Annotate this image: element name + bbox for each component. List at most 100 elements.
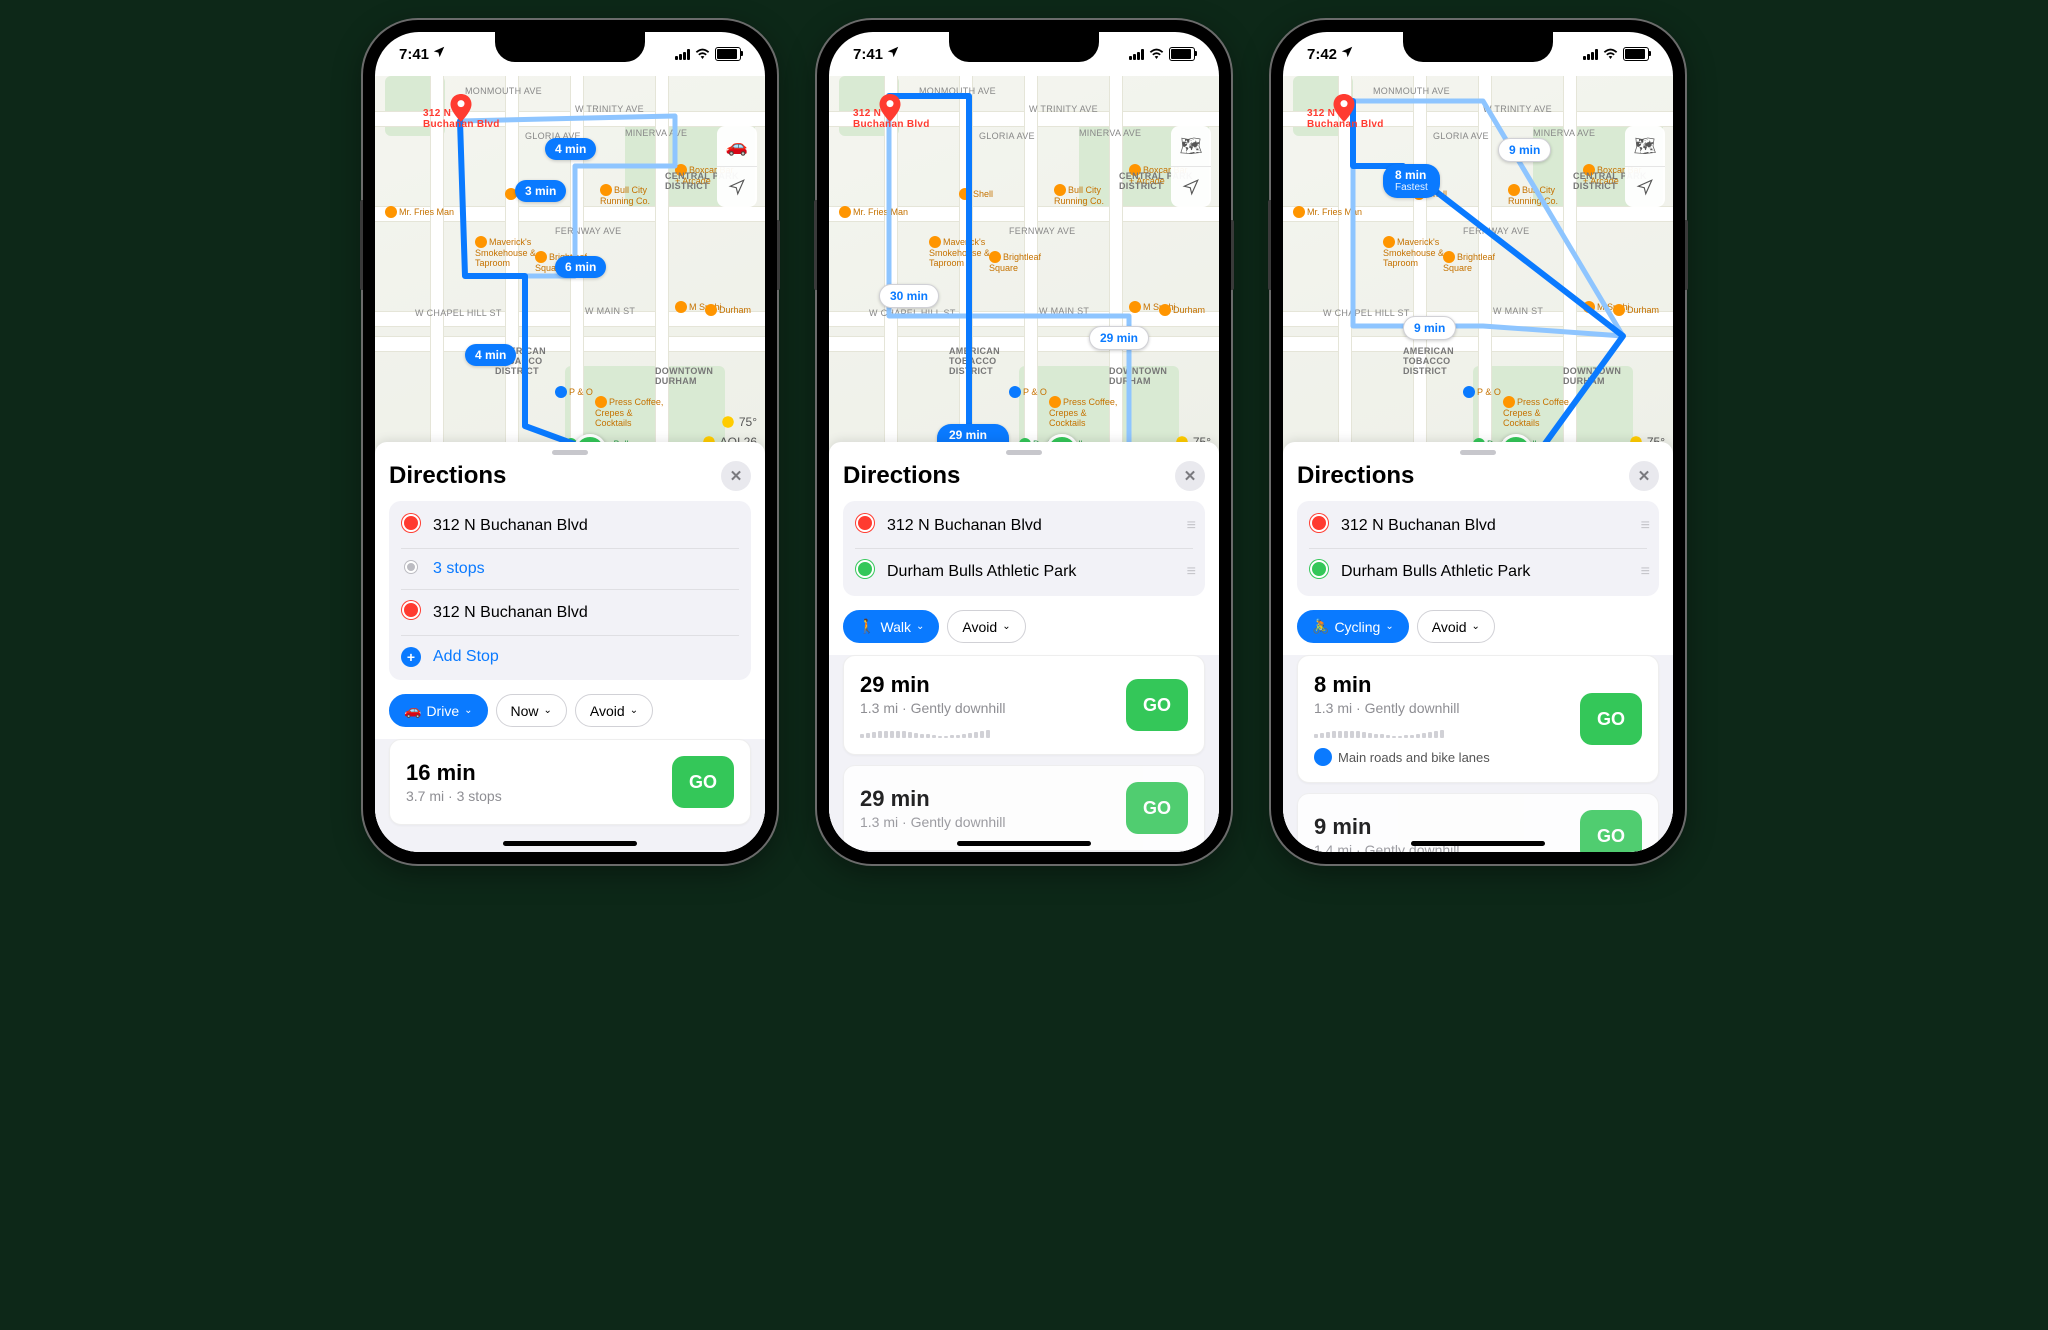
drag-handle-icon[interactable]: ≡ <box>1187 517 1193 535</box>
location-services-icon <box>886 45 900 63</box>
weather-badge: 75° <box>720 414 757 430</box>
route-card[interactable]: 8 min1.3 mi · Gently downhillMain roads … <box>1297 655 1659 783</box>
stop-label: Durham Bulls Athletic Park <box>1341 563 1629 581</box>
home-indicator[interactable] <box>503 841 637 846</box>
route-time: 9 min <box>1314 814 1460 840</box>
filter-chip[interactable]: Now ⌄ <box>496 694 567 727</box>
stop-row[interactable]: Durham Bulls Athletic Park ≡ <box>1309 549 1647 594</box>
signal-icon <box>675 49 690 60</box>
location-arrow-icon[interactable] <box>1625 167 1665 207</box>
filter-chip[interactable]: Avoid ⌄ <box>947 610 1025 643</box>
stop-dot-icon <box>405 561 417 573</box>
sheet-title: Directions <box>843 462 960 490</box>
route-time-bubble[interactable]: 8 minFastest <box>1383 164 1440 198</box>
wifi-icon <box>1149 46 1164 63</box>
stop-label: 3 stops <box>433 560 739 578</box>
home-indicator[interactable] <box>1411 841 1545 846</box>
go-button[interactable]: GO <box>1126 782 1188 834</box>
sheet-title: Directions <box>389 462 506 490</box>
filter-chip[interactable]: Avoid ⌄ <box>575 694 653 727</box>
chevron-down-icon: ⌄ <box>916 621 924 632</box>
stop-row[interactable]: Durham Bulls Athletic Park≡ <box>855 549 1193 594</box>
route-card[interactable]: 29 min1.3 mi · Gently downhillGO <box>843 765 1205 851</box>
go-button[interactable]: GO <box>1580 810 1642 852</box>
stop-label: 312 N Buchanan Blvd <box>433 604 739 622</box>
car-icon[interactable]: 🚗 <box>717 126 757 167</box>
chevron-down-icon: ⌄ <box>1472 621 1480 632</box>
chip-label: Avoid <box>590 703 625 719</box>
phone-frame: 7:41W TRINITY AVEMONMOUTH AVEW MAIN STW … <box>817 20 1231 864</box>
battery-icon <box>1169 47 1195 61</box>
stop-dot-icon <box>1310 514 1328 532</box>
route-time-bubble[interactable]: 6 min <box>555 256 606 278</box>
route-time: 16 min <box>406 760 502 786</box>
map-icon[interactable]: 🗺 <box>1625 126 1665 167</box>
elevation-chart <box>860 724 1006 738</box>
route-time-bubble[interactable]: 9 min <box>1403 316 1456 340</box>
stop-row[interactable]: 312 N Buchanan Blvd≡ <box>1309 503 1647 549</box>
transport-mode-chip[interactable]: 🚶Walk ⌄ <box>843 610 939 643</box>
map-icon[interactable]: 🗺 <box>1171 126 1211 167</box>
phone-frame: 7:41 W TRINITY AVEMONMOUTH AVEW MAIN STW … <box>363 20 777 864</box>
location-arrow-icon[interactable] <box>717 167 757 207</box>
go-button[interactable]: GO <box>1580 693 1642 745</box>
transport-mode-chip[interactable]: 🚴 Cycling ⌄ <box>1297 610 1409 643</box>
stop-row[interactable]: 3 stops <box>401 549 739 590</box>
stop-row[interactable]: 312 N Buchanan Blvd <box>401 503 739 549</box>
chevron-down-icon: ⌄ <box>544 705 552 716</box>
sheet-grabber[interactable] <box>1460 450 1496 455</box>
route-time-bubble[interactable]: 3 min <box>515 180 566 202</box>
directions-sheet[interactable]: Directions ✕ 312 N Buchanan Blvd≡Durham Bu… <box>829 442 1219 852</box>
map-area[interactable]: W TRINITY AVEMONMOUTH AVEW MAIN STW CHAP… <box>1283 76 1673 456</box>
route-card[interactable]: 16 min3.7 mi · 3 stopsGO <box>389 739 751 825</box>
map-area[interactable]: W TRINITY AVEMONMOUTH AVEW MAIN STW CHAP… <box>375 76 765 456</box>
chip-label: Avoid <box>1432 619 1467 635</box>
close-button[interactable]: ✕ <box>1629 461 1659 491</box>
drag-handle-icon[interactable]: ≡ <box>1641 563 1647 581</box>
route-time-bubble[interactable]: 4 min <box>545 138 596 160</box>
close-button[interactable]: ✕ <box>721 461 751 491</box>
stop-label: 312 N Buchanan Blvd <box>433 517 739 535</box>
battery-icon <box>1623 47 1649 61</box>
filter-chip[interactable]: Avoid ⌄ <box>1417 610 1495 643</box>
go-button[interactable]: GO <box>672 756 734 808</box>
mode-icon: 🚴 <box>1312 618 1329 635</box>
stop-row[interactable]: 312 N Buchanan Blvd≡ <box>855 503 1193 549</box>
chip-label: Now <box>511 703 539 719</box>
signal-icon <box>1129 49 1144 60</box>
location-services-icon <box>1340 45 1354 63</box>
chip-label: Avoid <box>962 619 997 635</box>
close-button[interactable]: ✕ <box>1175 461 1205 491</box>
battery-icon <box>715 47 741 61</box>
drag-handle-icon[interactable]: ≡ <box>1187 563 1193 581</box>
stops-card: 312 N Buchanan Blvd≡Durham Bulls Athleti… <box>843 501 1205 596</box>
stop-row[interactable]: +Add Stop <box>401 636 739 678</box>
map-area[interactable]: W TRINITY AVEMONMOUTH AVEW MAIN STW CHAP… <box>829 76 1219 456</box>
signal-icon <box>1583 49 1598 60</box>
route-time-bubble[interactable]: 30 min <box>879 284 939 308</box>
status-time: 7:41 <box>399 46 429 63</box>
directions-sheet[interactable]: Directions ✕ 312 N Buchanan Blvd 3 stops 312… <box>375 442 765 852</box>
route-time-bubble[interactable]: 29 min <box>1089 326 1149 350</box>
route-time-bubble[interactable]: 9 min <box>1498 138 1551 162</box>
wifi-icon <box>695 46 710 63</box>
stop-dot-icon <box>856 514 874 532</box>
go-button[interactable]: GO <box>1126 679 1188 731</box>
sheet-title: Directions <box>1297 462 1414 490</box>
location-arrow-icon[interactable] <box>1171 167 1211 207</box>
sheet-grabber[interactable] <box>1006 450 1042 455</box>
route-time-bubble[interactable]: 4 min <box>465 344 516 366</box>
mode-label: Cycling <box>1334 619 1380 635</box>
route-card[interactable]: 29 min1.3 mi · Gently downhillGO <box>843 655 1205 755</box>
stop-row[interactable]: 312 N Buchanan Blvd <box>401 590 739 636</box>
location-services-icon <box>432 45 446 63</box>
phone-frame: 7:42 W TRINITY AVEMONMOUTH AVEW MAIN STW … <box>1271 20 1685 864</box>
route-detail: 1.3 mi · Gently downhill <box>860 700 1006 716</box>
home-indicator[interactable] <box>957 841 1091 846</box>
transport-mode-chip[interactable]: 🚗Drive ⌄ <box>389 694 488 727</box>
chevron-down-icon: ⌄ <box>1385 621 1393 632</box>
sheet-grabber[interactable] <box>552 450 588 455</box>
directions-sheet[interactable]: Directions✕312 N Buchanan Blvd≡Durham Bu… <box>1283 442 1673 852</box>
drag-handle-icon[interactable]: ≡ <box>1641 517 1647 535</box>
status-time: 7:42 <box>1307 46 1337 63</box>
